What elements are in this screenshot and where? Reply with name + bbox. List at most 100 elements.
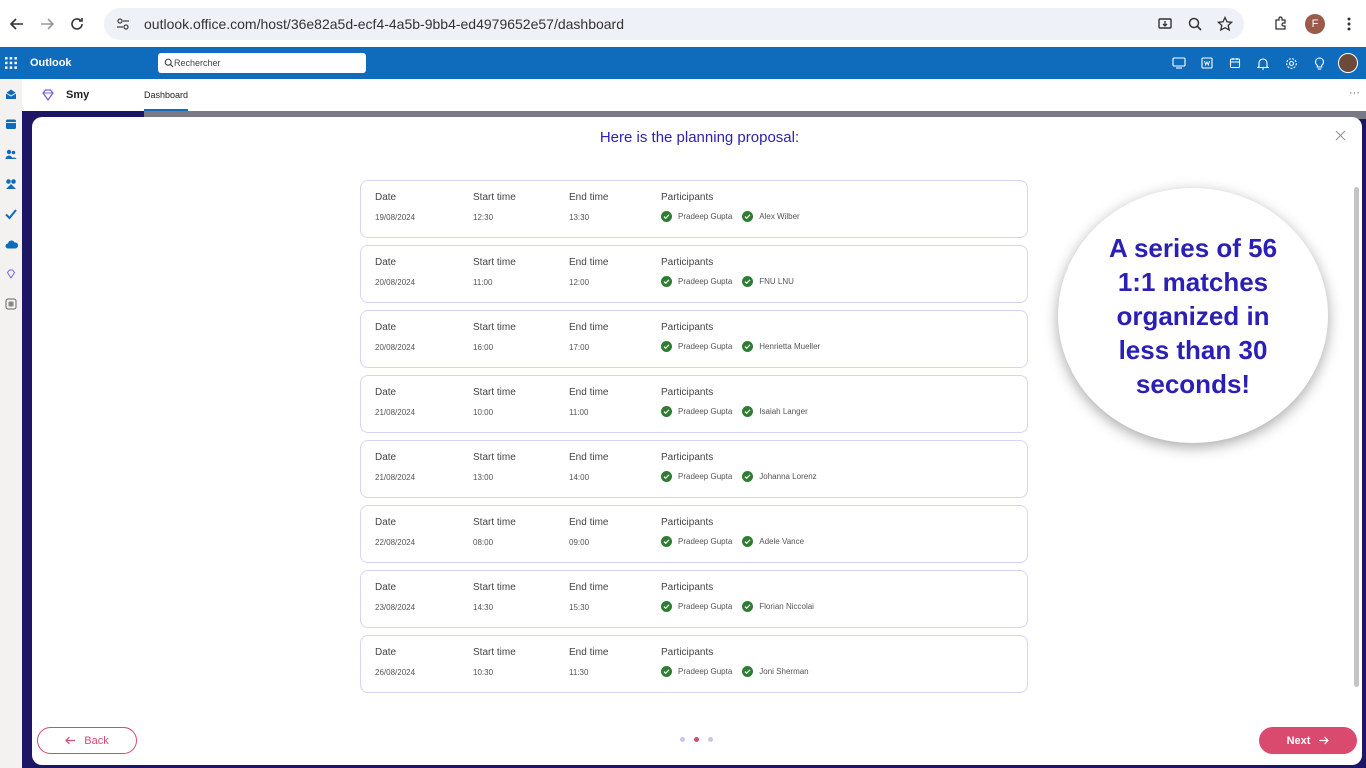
forward-arrow-icon[interactable] (32, 9, 62, 39)
browser-menu-icon[interactable] (1332, 7, 1366, 41)
end-time-label: End time (569, 387, 609, 398)
tab-dashboard[interactable]: Dashboard (144, 79, 189, 111)
profile-initial: F (1305, 13, 1325, 34)
onedrive-cloud-icon[interactable] (3, 235, 19, 253)
page-dot[interactable] (708, 737, 713, 742)
participant-list: Pradeep Gupta Henrietta Mueller (661, 341, 824, 352)
participant-name: Joni Sherman (759, 667, 809, 676)
search-icon (164, 58, 174, 68)
next-button[interactable]: Next (1259, 727, 1357, 754)
participants-label: Participants (661, 582, 714, 593)
date-label: Date (375, 517, 397, 528)
participant-name: Henrietta Mueller (759, 342, 821, 351)
people-icon[interactable] (3, 145, 19, 163)
more-apps-icon[interactable] (3, 295, 19, 313)
date-value: 26/08/2024 (375, 668, 416, 677)
check-circle-icon (661, 406, 672, 417)
proposal-card: Date Start time End time Participants 23… (360, 570, 1028, 628)
check-circle-icon (742, 471, 754, 482)
proposal-card: Date Start time End time Participants 19… (360, 180, 1028, 238)
outlook-app-rail (0, 79, 22, 768)
start-time-label: Start time (473, 192, 516, 203)
proposal-list: Date Start time End time Participants 19… (360, 180, 1028, 700)
back-arrow-icon[interactable] (2, 9, 32, 39)
date-value: 20/08/2024 (375, 343, 416, 352)
participants-label: Participants (661, 192, 714, 203)
date-value: 19/08/2024 (375, 213, 416, 222)
app-launcher-icon[interactable] (0, 47, 22, 79)
end-time-label: End time (569, 517, 609, 528)
page-dot-active[interactable] (694, 737, 699, 742)
reload-icon[interactable] (62, 9, 92, 39)
site-settings-icon[interactable] (114, 15, 132, 33)
todo-check-icon[interactable] (3, 205, 19, 223)
page-dot[interactable] (680, 737, 685, 742)
date-label: Date (375, 387, 397, 398)
tips-lightbulb-icon[interactable] (1310, 54, 1328, 72)
date-label: Date (375, 582, 397, 593)
app-name: Smy (66, 89, 90, 101)
mail-icon[interactable] (3, 85, 19, 103)
date-value: 21/08/2024 (375, 408, 416, 417)
zoom-icon[interactable] (1184, 13, 1206, 35)
participant-name: Johanna Lorenz (759, 472, 817, 481)
search-input[interactable] (174, 58, 354, 68)
participant-name: Pradeep Gupta (678, 602, 733, 611)
my-day-icon[interactable] (1226, 54, 1244, 72)
outlook-search[interactable] (158, 53, 366, 73)
end-time-label: End time (569, 647, 609, 658)
end-time-value: 09:00 (569, 538, 590, 547)
participant-name: Pradeep Gupta (678, 277, 733, 286)
browser-toolbar: outlook.office.com/host/36e82a5d-ecf4-4a… (0, 0, 1366, 47)
smy-gem-icon[interactable] (3, 265, 19, 283)
office-app-icon[interactable] (1198, 54, 1216, 72)
groups-icon[interactable] (3, 175, 19, 193)
proposal-card: Date Start time End time Participants 20… (360, 310, 1028, 368)
bookmark-star-icon[interactable] (1214, 13, 1236, 35)
modal-scrollbar[interactable] (1354, 187, 1359, 687)
date-label: Date (375, 452, 397, 463)
back-button-label: Back (84, 734, 109, 747)
address-bar[interactable]: outlook.office.com/host/36e82a5d-ecf4-4a… (104, 8, 1244, 40)
end-time-label: End time (569, 192, 609, 203)
date-value: 20/08/2024 (375, 278, 416, 287)
start-time-value: 11:00 (473, 278, 493, 287)
participants-label: Participants (661, 257, 714, 268)
tab-dashboard-label: Dashboard (144, 90, 189, 100)
account-avatar[interactable] (1338, 53, 1358, 73)
end-time-value: 13:30 (569, 213, 590, 222)
participant-name: Pradeep Gupta (678, 667, 733, 676)
settings-gear-icon[interactable] (1282, 54, 1300, 72)
check-circle-icon (742, 276, 754, 287)
pagination-dots (680, 737, 713, 742)
calendar-icon[interactable] (3, 115, 19, 133)
start-time-value: 12:30 (473, 213, 494, 222)
check-circle-icon (742, 536, 754, 547)
more-options-icon[interactable]: ··· (1349, 87, 1360, 99)
start-time-label: Start time (473, 387, 516, 398)
back-button[interactable]: Back (37, 727, 137, 754)
check-circle-icon (742, 406, 754, 417)
next-button-label: Next (1286, 734, 1311, 747)
check-circle-icon (661, 211, 672, 222)
start-time-value: 10:00 (473, 408, 494, 417)
notifications-bell-icon[interactable] (1254, 54, 1272, 72)
arrow-left-icon (65, 736, 76, 745)
proposal-card: Date Start time End time Participants 20… (360, 245, 1028, 303)
end-time-label: End time (569, 257, 609, 268)
participants-label: Participants (661, 517, 714, 528)
proposal-card: Date Start time End time Participants 21… (360, 375, 1028, 433)
end-time-label: End time (569, 452, 609, 463)
extensions-icon[interactable] (1264, 7, 1298, 41)
start-time-value: 16:00 (473, 343, 494, 352)
start-time-label: Start time (473, 452, 516, 463)
profile-avatar[interactable]: F (1298, 7, 1332, 41)
participant-name: Isaiah Langer (759, 407, 808, 416)
start-time-label: Start time (473, 582, 516, 593)
meet-now-icon[interactable] (1170, 54, 1188, 72)
participants-label: Participants (661, 647, 714, 658)
close-icon[interactable] (1332, 127, 1348, 143)
install-app-icon[interactable] (1154, 13, 1176, 35)
participant-name: Pradeep Gupta (678, 342, 733, 351)
start-time-label: Start time (473, 647, 516, 658)
